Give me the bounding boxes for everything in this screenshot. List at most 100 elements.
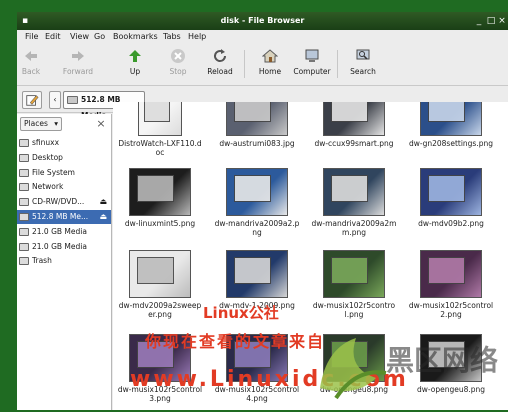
thumbnail-window-shape (137, 175, 175, 203)
file-thumbnail (129, 250, 191, 298)
sidebar-item[interactable]: Network (17, 180, 111, 194)
file-item[interactable]: dw-austrumi083.jpg (212, 102, 302, 148)
file-item[interactable]: dw-mandriva2009a2.png (212, 168, 302, 237)
path-scroll-left-button[interactable]: ‹ (49, 91, 61, 109)
place-icon (19, 183, 29, 192)
sidebar-item[interactable]: Desktop (17, 151, 111, 165)
file-name: dw-musix102r5control2.png (408, 301, 494, 319)
sidebar-item[interactable]: Trash (17, 254, 111, 268)
home-icon (262, 49, 278, 63)
stop-icon (171, 49, 185, 63)
file-thumbnail (226, 168, 288, 216)
place-icon (19, 139, 29, 147)
file-thumbnail (420, 102, 482, 136)
sidebar-item-label: Desktop (32, 152, 63, 162)
menu-bar: File Edit View Go Bookmarks Tabs Help (17, 30, 508, 44)
file-thumbnail (226, 250, 288, 298)
close-icon[interactable]: × (497, 16, 507, 26)
file-name: dw-austrumi083.jpg (219, 139, 295, 148)
up-button[interactable]: Up (115, 48, 155, 76)
stop-label: Stop (169, 67, 187, 76)
file-item[interactable]: dw-ccux99smart.png (309, 102, 399, 148)
eject-icon[interactable]: ⏏ (99, 195, 107, 209)
file-item[interactable]: DistroWatch-LXF110.doc (115, 102, 205, 157)
place-icon (19, 213, 29, 221)
back-label: Back (21, 67, 41, 76)
file-name: dw-ccux99smart.png (314, 139, 394, 148)
watermark-line-1: Linux公社 (203, 304, 279, 322)
menu-edit[interactable]: Edit (45, 32, 61, 41)
menu-view[interactable]: View (70, 32, 89, 41)
reload-button[interactable]: Reload (200, 48, 240, 76)
eject-icon[interactable]: ⏏ (99, 210, 107, 224)
thumbnail-window-shape (234, 257, 272, 285)
home-label: Home (258, 67, 282, 76)
sidebar-item[interactable]: sfinuxx (17, 136, 111, 150)
file-item[interactable]: dw-gn208settings.png (406, 102, 496, 148)
file-name: dw-musix102r5control.png (312, 301, 396, 319)
sidebar-item-label: Network (32, 182, 64, 192)
place-icon (19, 227, 29, 236)
watermark-logo-graphic: 黑区网络 (320, 338, 498, 400)
file-thumbnail (129, 168, 191, 216)
thumbnail-window-shape (331, 257, 369, 285)
minimize-icon[interactable]: _ (474, 16, 484, 26)
file-item[interactable]: dw-musix102r5control2.png (406, 250, 496, 319)
home-button[interactable]: Home (250, 48, 290, 76)
thumbnail-window-shape (428, 257, 466, 285)
computer-label: Computer (293, 67, 331, 76)
thumbnail-window-shape (331, 175, 369, 203)
sidebar-item[interactable]: 512.8 MB Me... ⏏ (17, 210, 111, 224)
sidebar-item-label: 21.0 GB Media (32, 226, 87, 236)
back-arrow-icon (25, 51, 37, 61)
file-item[interactable]: dw-mdv2009a2sweeper.png (115, 250, 205, 319)
stop-button[interactable]: Stop (158, 48, 198, 76)
menu-go[interactable]: Go (94, 32, 105, 41)
sidebar-item[interactable]: File System (17, 166, 111, 180)
computer-button[interactable]: Computer (292, 48, 332, 76)
sidebar: Places ▾ × sfinuxx Desktop File System Netw… (17, 114, 112, 410)
thumbnail-window-shape (234, 102, 272, 123)
menu-bookmarks[interactable]: Bookmarks (113, 32, 158, 41)
toolbar-separator (337, 50, 338, 78)
sidebar-item-label: 21.0 GB Media (32, 241, 87, 251)
search-button[interactable]: Search (343, 48, 383, 76)
sidebar-item[interactable]: 21.0 GB Media (17, 225, 111, 239)
menu-help[interactable]: Help (188, 32, 206, 41)
thumbnail-window-shape (331, 102, 369, 123)
places-dropdown[interactable]: Places ▾ (20, 117, 62, 131)
search-icon (356, 49, 370, 60)
forward-arrow-icon (72, 51, 84, 61)
file-item[interactable]: dw-mdv09b2.png (406, 168, 496, 228)
edit-location-button[interactable] (22, 91, 42, 109)
file-name: DistroWatch-LXF110.doc (118, 139, 202, 157)
sidebar-item[interactable]: 21.0 GB Media (17, 240, 111, 254)
file-thumbnail (323, 168, 385, 216)
window-title: disk - File Browser (220, 16, 305, 25)
menu-tabs[interactable]: Tabs (163, 32, 181, 41)
file-thumbnail (226, 102, 288, 136)
file-thumbnail (323, 102, 385, 136)
sidebar-item[interactable]: CD-RW/DVD... ⏏ (17, 195, 111, 209)
file-item[interactable]: dw-mdv-1-2009.png (212, 250, 302, 310)
thumbnail-window-shape (428, 175, 466, 203)
file-item[interactable]: dw-musix102r5control.png (309, 250, 399, 319)
reload-label: Reload (207, 67, 233, 76)
sidebar-close-icon[interactable]: × (95, 117, 107, 131)
thumbnail-window-shape (144, 102, 171, 123)
place-icon (19, 198, 29, 207)
maximize-icon[interactable]: □ (486, 16, 496, 26)
forward-button[interactable]: Forward (58, 48, 98, 76)
back-button[interactable]: Back (17, 48, 51, 76)
drive-icon (67, 96, 78, 104)
thumbnail-window-shape (137, 257, 175, 285)
menu-file[interactable]: File (25, 32, 38, 41)
file-item[interactable]: dw-linuxmint5.png (115, 168, 205, 228)
file-item[interactable]: dw-mandriva2009a2mm.png (309, 168, 399, 237)
sidebar-item-label: sfinuxx (32, 138, 60, 147)
sidebar-item-label: Trash (32, 256, 52, 266)
reload-icon (214, 49, 227, 62)
file-name: dw-mdv09b2.png (418, 219, 484, 228)
file-thumbnail (323, 250, 385, 298)
places-label: Places (24, 119, 48, 128)
